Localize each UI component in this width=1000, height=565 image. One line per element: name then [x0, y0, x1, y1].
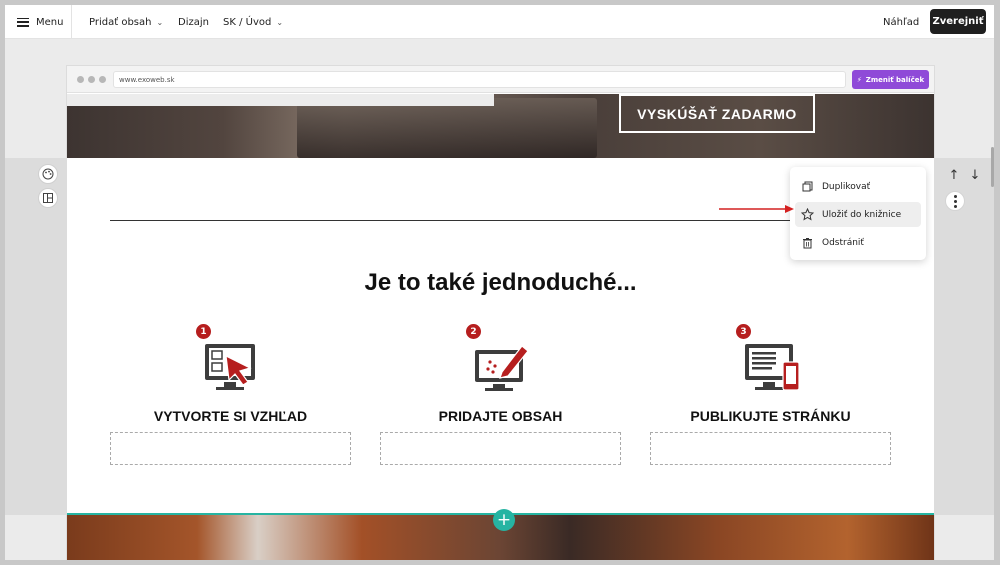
toolbar-divider	[71, 5, 72, 39]
page-selector-label: SK / Úvod	[223, 16, 272, 28]
hero-notebook-shape	[297, 98, 597, 158]
chevron-down-icon: ⌄	[276, 17, 284, 27]
url-bar: www.exoweb.sk	[113, 71, 846, 88]
editor-window: Menu Pridať obsah ⌄ Dizajn SK / Úvod ⌄ N…	[5, 5, 994, 560]
hero-top-strip	[67, 94, 494, 106]
step-placeholder-box[interactable]	[110, 432, 351, 465]
change-plan-label: Zmeniť balíček	[865, 75, 925, 84]
monitor-pencil-icon	[472, 342, 532, 394]
try-free-button[interactable]: VYSKÚŠAŤ ZADARMO	[619, 94, 815, 133]
hamburger-icon	[17, 17, 29, 27]
layout-icon[interactable]	[38, 188, 58, 208]
section-context-menu: Duplikovať Uložiť do knižnice Odstrániť	[790, 167, 926, 260]
section-headline: Je to také jednoduché...	[364, 269, 637, 296]
arrow-down-icon[interactable]: ↓	[967, 167, 983, 183]
section-divider-line	[110, 220, 847, 221]
change-plan-button[interactable]: ⚡ Zmeniť balíček	[852, 70, 929, 89]
step-placeholder-box[interactable]	[380, 432, 621, 465]
page-selector[interactable]: SK / Úvod ⌄	[223, 5, 283, 39]
star-icon	[801, 208, 814, 221]
design-button[interactable]: Dizajn	[178, 5, 209, 39]
step-placeholder-box[interactable]	[650, 432, 891, 465]
scrollbar-thumb[interactable]	[991, 147, 994, 187]
browser-chrome: www.exoweb.sk ⚡ Zmeniť balíček	[67, 66, 934, 93]
step-number-badge: 3	[736, 324, 751, 339]
add-content-label: Pridať obsah	[89, 16, 152, 28]
menu-button[interactable]: Menu	[17, 5, 63, 39]
trash-icon	[801, 236, 814, 249]
arrow-up-icon[interactable]: ↑	[946, 167, 962, 183]
menu-label: Menu	[36, 16, 64, 28]
step-title: VYTVORTE SI VZHĽAD	[153, 408, 308, 424]
step-card: 3 PUBLIKUJTE STRÁNKU	[650, 324, 891, 474]
add-content-button[interactable]: Pridať obsah ⌄	[89, 5, 163, 39]
step-title: PRIDAJTE OBSAH	[438, 408, 563, 424]
chevron-down-icon: ⌄	[156, 17, 164, 27]
annotation-arrow-icon	[719, 205, 794, 213]
save-to-library-label: Uložiť do knižnice	[822, 209, 902, 220]
top-toolbar: Menu Pridať obsah ⌄ Dizajn SK / Úvod ⌄ N…	[5, 5, 994, 39]
duplicate-label: Duplikovať	[822, 181, 871, 192]
monitor-phone-icon	[742, 342, 802, 394]
delete-label: Odstrániť	[822, 237, 864, 248]
preview-button[interactable]: Náhľad	[883, 5, 919, 39]
palette-icon[interactable]	[38, 164, 58, 184]
site-preview: www.exoweb.sk ⚡ Zmeniť balíček VYSKÚŠAŤ …	[67, 66, 934, 560]
step-card: 2 PRIDAJTE OBSAH	[380, 324, 621, 474]
window-dots	[77, 76, 106, 83]
more-options-icon[interactable]	[945, 191, 965, 211]
step-card: 1 VYTVORTE SI VZHĽAD	[110, 324, 351, 474]
hero-image: VYSKÚŠAŤ ZADARMO	[67, 94, 934, 158]
monitor-cursor-icon	[202, 342, 262, 394]
step-number-badge: 1	[196, 324, 211, 339]
step-title: PUBLIKUJTE STRÁNKU	[690, 408, 851, 424]
copy-icon	[801, 180, 814, 193]
design-label: Dizajn	[178, 16, 209, 28]
lightning-icon: ⚡	[856, 75, 862, 84]
step-number-badge: 2	[466, 324, 481, 339]
delete-menu-item[interactable]: Odstrániť	[795, 230, 921, 255]
add-section-button[interactable]: +	[493, 509, 515, 531]
publish-button[interactable]: Zverejniť	[930, 9, 986, 34]
duplicate-menu-item[interactable]: Duplikovať	[795, 174, 921, 199]
save-to-library-menu-item[interactable]: Uložiť do knižnice	[795, 202, 921, 227]
preview-label: Náhľad	[883, 16, 920, 28]
